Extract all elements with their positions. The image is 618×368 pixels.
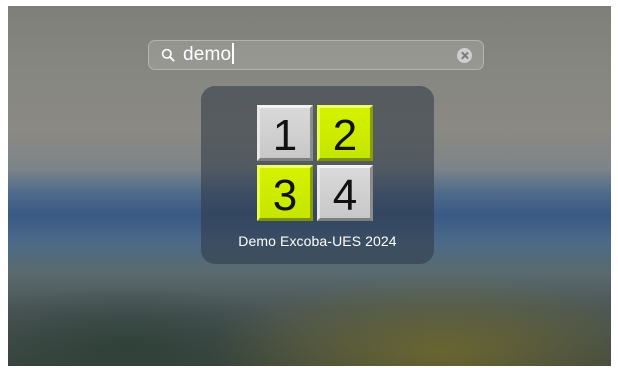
search-bar[interactable]: demo (148, 40, 484, 70)
icon-cell-1: 1 (257, 105, 313, 161)
app-label: Demo Excoba-UES 2024 (238, 233, 397, 249)
search-input-text: demo (183, 44, 232, 65)
search-icon (161, 48, 175, 62)
clear-icon[interactable] (457, 48, 472, 63)
search-input[interactable]: demo (183, 41, 235, 69)
launchpad-screen: demo 1 2 3 4 Demo Excoba-UES 2024 (8, 6, 611, 366)
app-result-demo-excoba[interactable]: 1 2 3 4 Demo Excoba-UES 2024 (201, 86, 434, 264)
text-caret (232, 43, 235, 64)
app-icon[interactable]: 1 2 3 4 (257, 105, 377, 225)
icon-cell-3: 3 (257, 165, 313, 221)
icon-cell-2: 2 (317, 105, 373, 161)
icon-cell-4: 4 (317, 165, 373, 221)
